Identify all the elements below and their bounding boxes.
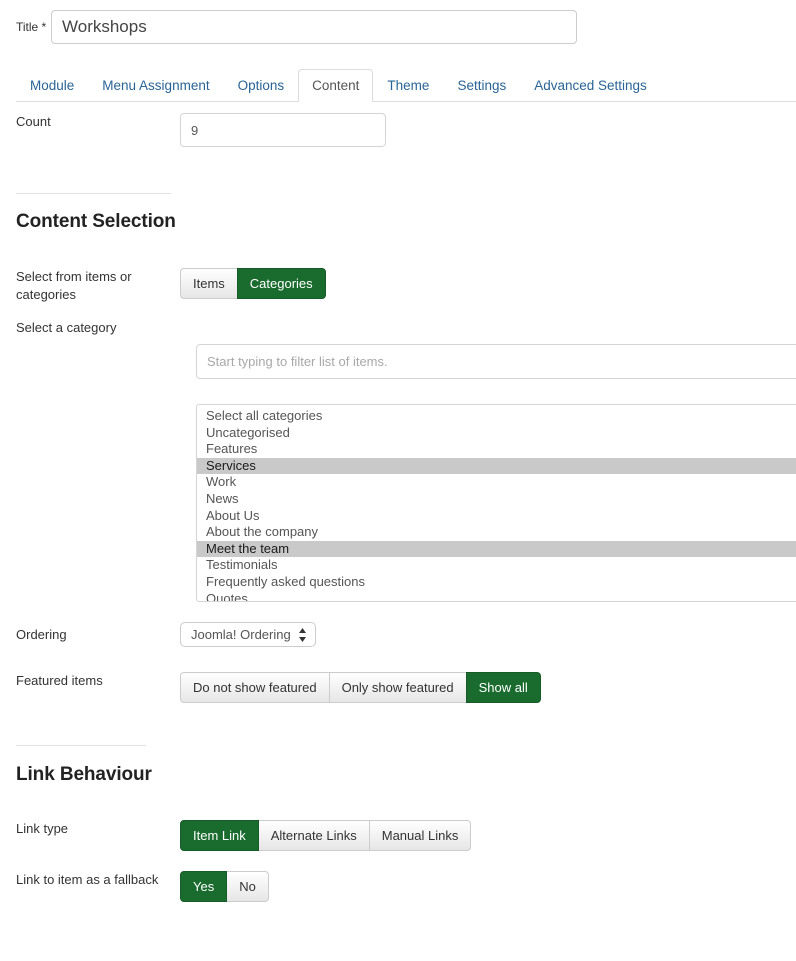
link-behaviour-heading: Link Behaviour xyxy=(16,764,152,785)
category-option[interactable]: Work xyxy=(197,474,796,491)
featured-option-only-show-featured[interactable]: Only show featured xyxy=(328,672,467,703)
fallback-row: Link to item as a fallback Yes No xyxy=(0,871,269,902)
source-select-label: Select from items or categories xyxy=(16,269,132,302)
content-selection-heading: Content Selection xyxy=(16,211,176,232)
featured-items-control: Do not show featured Only show featured Sh… xyxy=(180,672,541,703)
category-listbox[interactable]: Select all categories Uncategorised Featur… xyxy=(196,404,796,602)
category-option[interactable]: Quotes xyxy=(197,591,796,601)
featured-items-row: Featured items Do not show featured Only … xyxy=(0,672,541,703)
category-select-label: Select a category xyxy=(16,320,117,335)
content-selection-divider xyxy=(16,193,171,194)
tab-bar: Module Menu Assignment Options Content Theme… xyxy=(16,60,796,102)
tab-module[interactable]: Module xyxy=(16,69,88,102)
category-option[interactable]: Features xyxy=(197,441,796,458)
ordering-select[interactable]: Joomla! Ordering xyxy=(180,622,316,647)
source-select-control: Items Categories xyxy=(180,268,326,299)
link-type-control: Item Link Alternate Links Manual Links xyxy=(180,820,472,851)
tab-content[interactable]: Content xyxy=(298,69,374,102)
featured-option-do-not-show-featured[interactable]: Do not show featured xyxy=(180,672,330,703)
title-input[interactable] xyxy=(51,10,577,44)
category-filter-input[interactable] xyxy=(196,344,796,379)
title-field-row: Title * xyxy=(0,0,796,54)
category-option[interactable]: Select all categories xyxy=(197,408,796,425)
link-type-button-group: Item Link Alternate Links Manual Links xyxy=(180,820,472,851)
fallback-button-group: Yes No xyxy=(180,871,269,902)
link-type-row: Link type Item Link Alternate Links Manual… xyxy=(0,820,472,851)
tab-settings[interactable]: Settings xyxy=(443,69,520,102)
category-option[interactable]: Testimonials xyxy=(197,557,796,574)
ordering-label: Ordering xyxy=(16,627,67,642)
title-label: Title * xyxy=(16,20,47,34)
featured-button-group: Do not show featured Only show featured Sh… xyxy=(180,672,541,703)
tab-theme[interactable]: Theme xyxy=(373,69,443,102)
featured-items-label: Featured items xyxy=(16,673,103,688)
source-option-items[interactable]: Items xyxy=(180,268,238,299)
featured-option-show-all[interactable]: Show all xyxy=(465,672,541,703)
category-select-row: Select a category xyxy=(0,319,180,337)
source-button-group: Items Categories xyxy=(180,268,326,299)
link-behaviour-divider xyxy=(16,745,146,746)
fallback-label: Link to item as a fallback xyxy=(16,872,159,887)
category-option[interactable]: About the company xyxy=(197,524,796,541)
category-option[interactable]: News xyxy=(197,491,796,508)
count-label: Count xyxy=(16,114,51,129)
fallback-option-yes[interactable]: Yes xyxy=(180,871,228,902)
count-input[interactable] xyxy=(180,113,386,147)
tab-menu-assignment[interactable]: Menu Assignment xyxy=(88,69,223,102)
ordering-select-wrap[interactable]: Joomla! Ordering xyxy=(180,622,316,647)
fallback-control: Yes No xyxy=(180,871,269,902)
link-type-option-manual-links[interactable]: Manual Links xyxy=(368,820,472,851)
ordering-row: Ordering Joomla! Ordering xyxy=(0,622,316,647)
ordering-control: Joomla! Ordering xyxy=(180,622,316,647)
source-option-categories[interactable]: Categories xyxy=(236,268,326,299)
category-option[interactable]: About Us xyxy=(197,508,796,525)
count-control xyxy=(180,113,386,147)
link-type-option-alternate-links[interactable]: Alternate Links xyxy=(257,820,370,851)
category-option[interactable]: Uncategorised xyxy=(197,425,796,442)
link-type-option-item-link[interactable]: Item Link xyxy=(180,820,259,851)
tab-options[interactable]: Options xyxy=(224,69,299,102)
category-option[interactable]: Meet the team xyxy=(197,540,796,558)
fallback-option-no[interactable]: No xyxy=(226,871,269,902)
category-option[interactable]: Frequently asked questions xyxy=(197,574,796,591)
count-field-row: Count xyxy=(0,113,386,147)
source-select-row: Select from items or categories Items Cat… xyxy=(0,268,326,304)
link-type-label: Link type xyxy=(16,821,69,836)
tab-advanced-settings[interactable]: Advanced Settings xyxy=(520,69,661,102)
category-option[interactable]: Services xyxy=(197,457,796,475)
